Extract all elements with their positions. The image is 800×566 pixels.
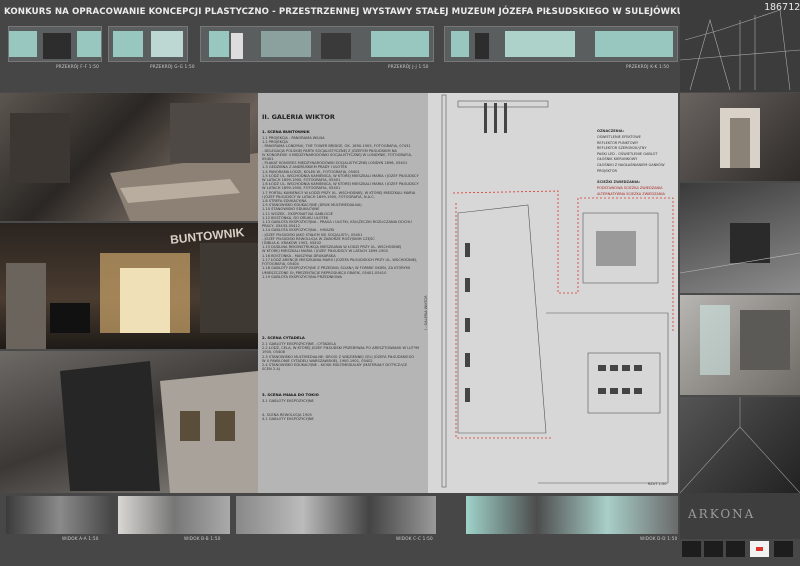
nav-square-3 xyxy=(726,541,745,557)
section-4-list: 4. SCENA REWOLUCJA 1905 4.1 GABLOTY EKSPO… xyxy=(262,413,314,422)
sketch-image-top: 186712 xyxy=(680,0,800,92)
photo-exhibition-room-1 xyxy=(0,93,258,221)
reference-number: 186712 xyxy=(764,2,800,13)
view-d-d xyxy=(466,496,678,534)
view-c-c xyxy=(236,496,436,534)
elevation-f-f xyxy=(8,26,102,62)
view-a-a xyxy=(6,496,114,534)
section-3-title: 3. SCENA MIAŁA DO TOKIO xyxy=(262,392,319,397)
photo-exhibition-room-3 xyxy=(0,351,258,493)
elevation-g-g xyxy=(108,26,188,62)
sketch-image-room xyxy=(680,183,800,293)
sketch-image-corridor xyxy=(680,397,800,493)
photo-exhibition-room-2: BUNTOWNIK xyxy=(0,223,258,349)
nav-square-active xyxy=(750,541,769,557)
elevation-label-k: PRZEKRÓJ K-K 1:50 xyxy=(626,64,670,69)
elevation-k-k xyxy=(444,26,678,62)
plan-caption: RZUT 1:50 xyxy=(648,482,667,486)
gallery-title: II. GALERIA WIKTOR xyxy=(262,113,335,121)
nav-square-1 xyxy=(682,541,701,557)
section-1-list: 1.1 PROJEKCJA - PANORAMA WILNA 1.2 PROJEK… xyxy=(262,136,419,279)
section-3-list: 3.1 GABLOTY EKSPOZYCYJNE xyxy=(262,399,314,403)
view-label-b: WIDOK B-B 1:50 xyxy=(184,536,221,541)
view-b-b xyxy=(118,496,230,534)
elevation-label-j: PRZEKRÓJ J-J 1:50 xyxy=(388,64,429,69)
section-2-list: 2.1 GABLOTY EKSPOZYCYJNE - CYTADELA 2.2 Ł… xyxy=(262,342,420,372)
sketch-image-doorway xyxy=(680,93,800,181)
watermark-area: ARKONA xyxy=(680,493,800,539)
section-2-title: 2. SCENA CYTADELA xyxy=(262,335,305,340)
visit-path-title: ŚCIEŻKI ZWIEDZANIA: xyxy=(597,180,641,184)
sketch-image-vitrine xyxy=(680,295,800,395)
view-label-d: WIDOK D-D 1:50 xyxy=(640,536,678,541)
watermark-text: ARKONA xyxy=(688,507,756,521)
view-label-a: WIDOK A-A 1:50 xyxy=(62,536,99,541)
nav-square-2 xyxy=(704,541,723,557)
section-mark: I - GALERIA WIKTOR xyxy=(424,295,428,330)
elevation-j-j xyxy=(200,26,434,62)
page-title: KONKURS NA OPRACOWANIE KONCEPCJI PLASTYC… xyxy=(4,7,684,17)
view-label-c: WIDOK C-C 1:50 xyxy=(396,536,433,541)
section-1-title: 1. SCENA BUNTOWNIK xyxy=(262,129,310,134)
elevation-label-g: PRZEKRÓJ G-G 1:50 xyxy=(150,64,195,69)
elevation-label-f: PRZEKRÓJ F-F 1:50 xyxy=(56,64,99,69)
legend-list: OŚWIETLENIE EFEKTOWE REFLEKTOR PUNKTOWY RE… xyxy=(597,135,665,173)
nav-square-5 xyxy=(774,541,793,557)
visit-path-list: PODSTAWOWA ŚCIEŻKA ZWIEDZANIA ALTERNATYWN… xyxy=(597,186,665,196)
legend-title: OZNACZENIA: xyxy=(597,129,625,133)
